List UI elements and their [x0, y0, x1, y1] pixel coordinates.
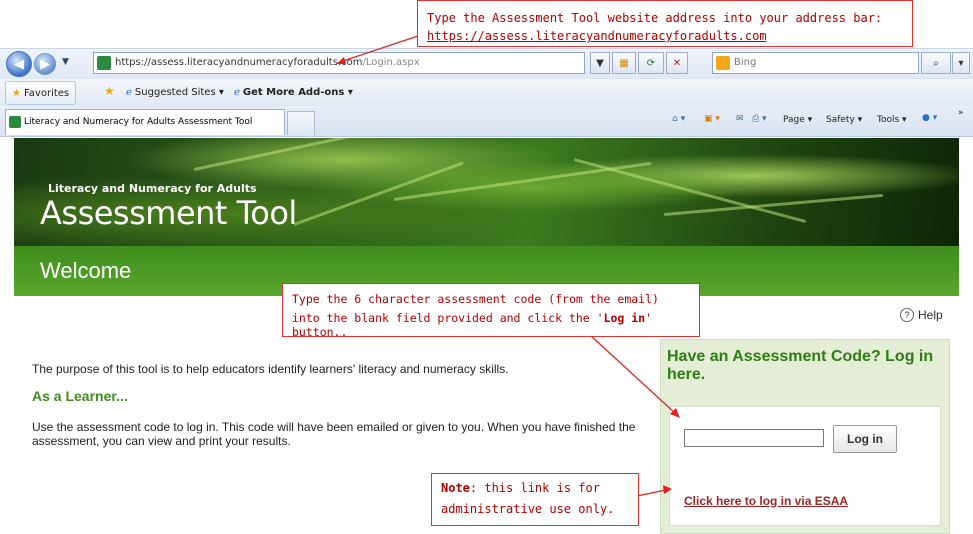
- callout-address-url: https://assess.literacyandnumeracyforadu…: [427, 29, 767, 43]
- refresh-button[interactable]: ⟳: [638, 52, 664, 74]
- safety-menu[interactable]: Safety ▾: [826, 115, 862, 125]
- search-button[interactable]: ⌕: [921, 52, 951, 74]
- callout-note: Note: this link is for administrative us…: [431, 473, 639, 526]
- favorites-button[interactable]: ★ Favorites: [5, 81, 77, 105]
- address-url-main: https://assess.literacyandnumeracyforadu…: [115, 57, 363, 68]
- login-panel: Have an Assessment Code? Log in here. Lo…: [660, 339, 950, 534]
- help-label: Help: [918, 308, 943, 322]
- callout-address: Type the Assessment Tool website address…: [417, 0, 913, 47]
- bing-logo-icon: [716, 56, 730, 70]
- ie-page-icon: ℯ: [234, 86, 240, 98]
- search-icon: ⌕: [933, 57, 939, 69]
- address-dropdown-button[interactable]: ▼: [590, 52, 610, 74]
- print-icon[interactable]: ⎙ ▾: [752, 114, 767, 124]
- assessment-code-input[interactable]: [684, 429, 824, 447]
- callout-note-line1: Note: this link is for: [441, 481, 600, 495]
- stop-icon: ✕: [672, 57, 682, 69]
- get-more-addons-label: Get More Add-ons ▾: [242, 86, 353, 98]
- dropdown-arrow-icon: ▾: [958, 57, 964, 69]
- help-icon: ?: [900, 308, 914, 322]
- add-favorite-icon[interactable]: ★: [104, 84, 115, 98]
- back-button[interactable]: ◀: [6, 51, 32, 77]
- callout-code-login-word: Log in: [603, 311, 646, 325]
- callout-code: Type the 6 character assessment code (fr…: [282, 283, 700, 339]
- address-bar[interactable]: https://assess.literacyandnumeracyforadu…: [93, 52, 585, 74]
- chevron-more-icon[interactable]: »: [958, 108, 964, 118]
- feeds-icon[interactable]: ▣ ▾: [704, 114, 720, 124]
- tools-menu[interactable]: Tools ▾: [877, 115, 907, 125]
- forward-arrow-icon: ▶: [40, 56, 50, 72]
- history-dropdown-icon[interactable]: ▼: [62, 57, 69, 67]
- suggested-sites-label: Suggested Sites ▾: [134, 86, 224, 98]
- callout-code-line1: Type the 6 character assessment code (fr…: [292, 292, 659, 306]
- mail-icon[interactable]: ✉: [736, 114, 744, 124]
- site-favicon-icon: [97, 56, 111, 70]
- home-icon[interactable]: ⌂ ▾: [672, 114, 685, 124]
- compat-view-icon: ▦: [619, 57, 629, 69]
- back-arrow-icon: ◀: [14, 56, 24, 72]
- new-tab-button[interactable]: [287, 111, 315, 135]
- esaa-login-link[interactable]: Click here to log in via ESAA: [684, 494, 848, 508]
- search-placeholder: Bing: [734, 57, 757, 68]
- search-options-button[interactable]: ▾: [952, 52, 970, 74]
- compat-view-button[interactable]: ▦: [612, 52, 636, 74]
- page-menu[interactable]: Page ▾: [783, 115, 812, 125]
- help-link[interactable]: ? Help: [900, 308, 943, 322]
- get-more-addons-link[interactable]: ℯ Get More Add-ons ▾: [228, 81, 359, 103]
- learner-heading: As a Learner...: [32, 388, 128, 404]
- banner-title: Assessment Tool: [40, 194, 297, 232]
- suggested-sites-link[interactable]: ℯ Suggested Sites ▾: [120, 81, 230, 103]
- favorites-label: Favorites: [23, 87, 70, 99]
- help-menu-icon[interactable]: ● ▾: [922, 113, 937, 123]
- favorites-bar: ★ Favorites ★ ℯ Suggested Sites ▾ ℯ Get Mor…: [0, 79, 973, 107]
- dropdown-arrow-icon: ▼: [596, 57, 604, 69]
- star-icon: ★: [12, 87, 21, 99]
- site-banner: Literacy and Numeracy for Adults Assessm…: [14, 138, 959, 246]
- tab-bar: Literacy and Numeracy for Adults Assessm…: [0, 106, 973, 137]
- callout-code-line2: into the blank field provided and click …: [292, 311, 653, 339]
- search-box[interactable]: Bing: [712, 52, 919, 74]
- learner-text: Use the assessment code to log in. This …: [32, 420, 636, 448]
- ie-logo-icon: ℯ: [126, 86, 132, 98]
- tab-title: Literacy and Numeracy for Adults Assessm…: [24, 117, 253, 127]
- login-heading: Have an Assessment Code? Log in here.: [667, 348, 934, 383]
- login-button[interactable]: Log in: [833, 425, 897, 453]
- site-favicon-icon: [9, 116, 21, 128]
- login-form: Log in Click here to log in via ESAA: [669, 406, 941, 526]
- welcome-heading: Welcome: [40, 258, 132, 283]
- stop-button[interactable]: ✕: [666, 52, 688, 74]
- refresh-icon: ⟳: [646, 57, 656, 69]
- callout-address-line1: Type the Assessment Tool website address…: [427, 11, 883, 25]
- forward-button[interactable]: ▶: [34, 53, 56, 75]
- purpose-text: The purpose of this tool is to help educ…: [32, 362, 509, 376]
- address-url-path: /Login.aspx: [362, 57, 420, 68]
- tab-assessment-tool[interactable]: Literacy and Numeracy for Adults Assessm…: [5, 109, 285, 135]
- callout-note-line2: administrative use only.: [441, 502, 615, 516]
